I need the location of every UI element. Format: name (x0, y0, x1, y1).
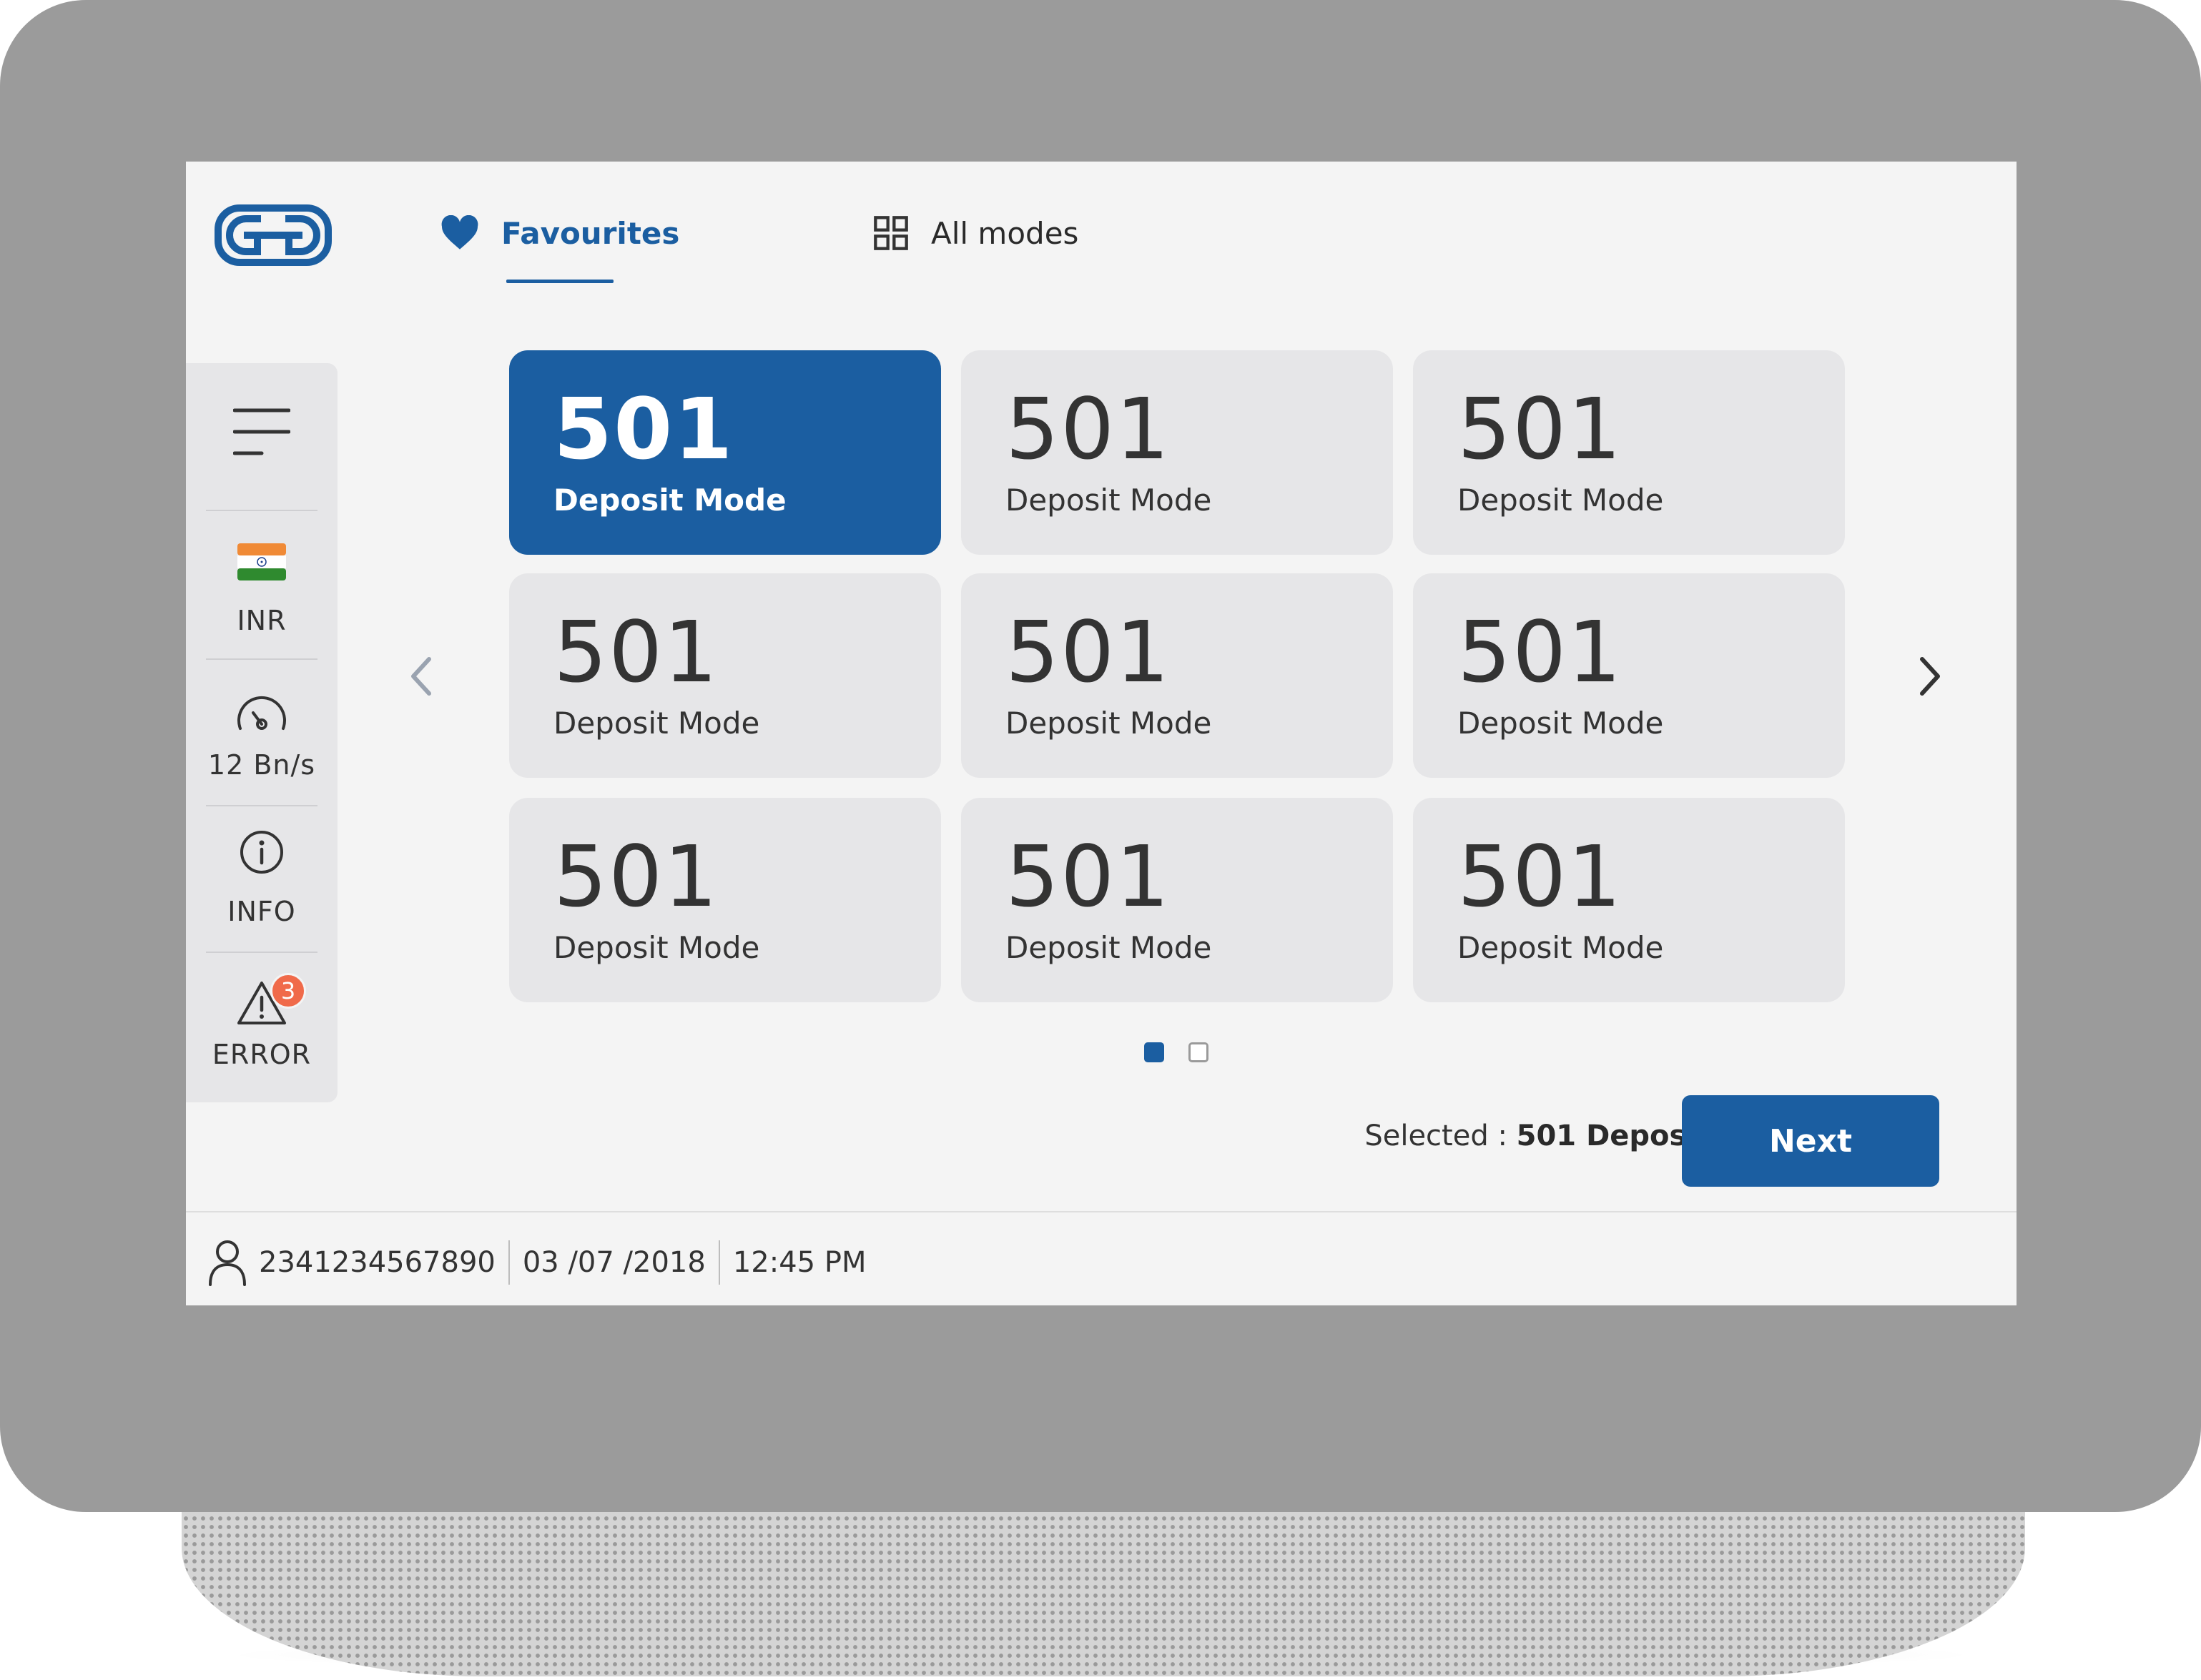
error-count: 3 (280, 977, 296, 1004)
mode-label: Deposit Mode (1005, 706, 1212, 741)
mode-number: 501 (1005, 603, 1171, 701)
mode-tile[interactable]: 501 Deposit Mode (961, 350, 1393, 555)
footer-separator (508, 1240, 510, 1285)
mode-label: Deposit Mode (1005, 483, 1212, 518)
menu-button[interactable] (186, 392, 338, 478)
mode-label: Deposit Mode (553, 706, 760, 741)
tab-favourites-label: Favourites (501, 215, 680, 251)
info-button[interactable]: INFO (186, 806, 338, 953)
selection-label: Selected : (1364, 1120, 1507, 1152)
footer-time: 12:45 PM (732, 1246, 867, 1279)
footer-divider (186, 1211, 2017, 1212)
mode-number: 501 (1457, 603, 1623, 701)
mode-tile[interactable]: 501 Deposit Mode (509, 573, 941, 778)
info-icon (240, 831, 283, 874)
mode-label: Deposit Mode (1457, 483, 1664, 518)
mode-tile[interactable]: 501 Deposit Mode (1413, 573, 1845, 778)
grid-icon (874, 216, 908, 250)
speedometer-icon (237, 696, 286, 730)
info-label: INFO (227, 896, 296, 927)
chevron-left-icon[interactable] (400, 648, 443, 705)
error-label: ERROR (212, 1039, 312, 1070)
tab-all-modes-label: All modes (931, 215, 1079, 251)
heart-icon (441, 215, 478, 249)
active-tab-indicator (506, 280, 614, 283)
next-button[interactable]: Next (1682, 1095, 1939, 1187)
user-id: 2341234567890 (259, 1246, 496, 1279)
mode-tile[interactable]: 501 Deposit Mode (1413, 798, 1845, 1002)
footer-separator (718, 1240, 720, 1285)
tab-all-modes[interactable]: All modes (872, 212, 1078, 255)
mode-number: 501 (553, 603, 719, 701)
mode-number: 501 (1457, 380, 1623, 478)
side-panel: INR 12 Bn/s INFO 3 ERROR (186, 363, 338, 1102)
mode-tile[interactable]: 501 Deposit Mode (1413, 350, 1845, 555)
mode-number: 501 (1005, 380, 1171, 478)
mode-label: Deposit Mode (1005, 930, 1212, 965)
error-button[interactable]: 3 ERROR (186, 953, 338, 1100)
screen: Favourites All modes INR 12 Bn/s INFO 3 … (186, 162, 2017, 1305)
mode-label: Deposit Mode (1457, 706, 1664, 741)
menu-icon (232, 408, 291, 455)
mode-tile[interactable]: 501 Deposit Mode (961, 573, 1393, 778)
speed-label: 12 Bn/s (207, 749, 316, 781)
mode-tile[interactable]: 501 Deposit Mode (509, 798, 941, 1002)
mode-tile[interactable]: 501 Deposit Mode (961, 798, 1393, 1002)
user-icon (209, 1240, 246, 1286)
chevron-right-icon[interactable] (1908, 648, 1951, 705)
side-divider (206, 510, 317, 511)
mode-tile-selected[interactable]: 501 Deposit Mode (509, 350, 941, 555)
mode-label: Deposit Mode (553, 930, 760, 965)
page-dot-1[interactable] (1144, 1042, 1164, 1062)
mode-number: 501 (553, 827, 719, 926)
brand-logo (215, 204, 332, 266)
currency-selector[interactable]: INR (186, 513, 338, 660)
speed-indicator[interactable]: 12 Bn/s (186, 660, 338, 806)
mode-label: Deposit Mode (1457, 930, 1664, 965)
currency-label: INR (237, 605, 287, 636)
mode-number: 501 (1457, 827, 1623, 926)
footer-date: 03 /07 /2018 (522, 1246, 706, 1279)
mode-number: 501 (553, 380, 734, 478)
error-count-badge: 3 (270, 973, 306, 1009)
mode-number: 501 (1005, 827, 1171, 926)
page-dot-2[interactable] (1188, 1042, 1208, 1062)
tab-favourites[interactable]: Favourites (440, 212, 679, 255)
india-flag-icon (237, 543, 286, 580)
mode-label: Deposit Mode (553, 483, 787, 518)
status-footer: 2341234567890 03 /07 /2018 12:45 PM (207, 1234, 866, 1291)
